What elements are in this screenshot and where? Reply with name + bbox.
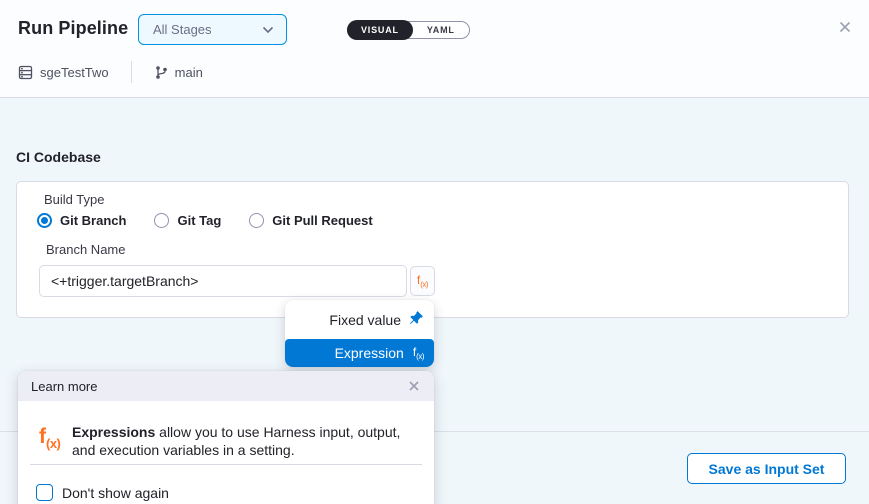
tab-yaml[interactable]: YAML	[413, 21, 469, 39]
branch-name-label: Branch Name	[46, 242, 125, 257]
fx-icon: f(x)	[413, 346, 424, 361]
radio-git-pull-request[interactable]: Git Pull Request	[249, 213, 372, 228]
popover-title: Learn more	[31, 379, 97, 394]
meta-divider	[131, 61, 132, 83]
repo-name: sgeTestTwo	[40, 65, 109, 80]
repository-icon	[18, 65, 33, 80]
tab-visual[interactable]: VISUAL	[347, 20, 413, 40]
dont-show-again-option[interactable]: Don't show again	[36, 484, 169, 501]
radio-circle	[249, 213, 264, 228]
save-as-input-set-button[interactable]: Save as Input Set	[687, 453, 846, 484]
view-toggle: VISUAL YAML	[347, 21, 470, 39]
close-icon[interactable]	[837, 19, 853, 35]
popover-description: Expressions allow you to use Harness inp…	[72, 423, 424, 459]
branch-name: main	[175, 65, 203, 80]
popover-body: f(x) Expressions allow you to use Harnes…	[18, 401, 434, 459]
fx-value-type-button[interactable]: f(x)	[410, 266, 435, 296]
dont-show-again-checkbox[interactable]	[36, 484, 53, 501]
fx-icon: f(x)	[417, 274, 428, 289]
radio-git-branch[interactable]: Git Branch	[37, 213, 126, 228]
menu-item-fixed-value[interactable]: Fixed value	[285, 300, 434, 339]
popover-divider	[30, 464, 422, 465]
branch-name-input[interactable]	[39, 265, 407, 297]
git-branch-icon	[154, 65, 168, 80]
ci-codebase-card: Build Type Git Branch Git Tag Git Pull R…	[16, 181, 849, 318]
popover-close-icon[interactable]	[407, 379, 421, 393]
value-type-menu: Fixed value Expression f(x)	[285, 300, 434, 367]
build-type-radio-group: Git Branch Git Tag Git Pull Request	[37, 213, 373, 228]
radio-circle	[154, 213, 169, 228]
radio-circle-selected	[37, 213, 52, 228]
pipeline-meta-row: sgeTestTwo main	[18, 61, 203, 83]
pin-icon	[409, 310, 424, 330]
popover-header: Learn more	[18, 371, 434, 401]
dialog-header: Run Pipeline All Stages VISUAL YAML	[0, 0, 869, 98]
stage-selector-value: All Stages	[153, 22, 212, 37]
learn-more-popover: Learn more f(x) Expressions allow you to…	[18, 371, 434, 504]
chevron-down-icon	[262, 21, 274, 39]
radio-git-tag[interactable]: Git Tag	[154, 213, 221, 228]
stage-selector-dropdown[interactable]: All Stages	[138, 14, 287, 45]
build-type-label: Build Type	[44, 192, 104, 207]
fx-icon: f(x)	[39, 426, 60, 450]
page-title: Run Pipeline	[18, 18, 128, 39]
menu-item-expression[interactable]: Expression f(x)	[285, 339, 434, 367]
run-pipeline-dialog: Run Pipeline All Stages VISUAL YAML	[0, 0, 869, 504]
section-title-ci-codebase: CI Codebase	[16, 149, 101, 165]
